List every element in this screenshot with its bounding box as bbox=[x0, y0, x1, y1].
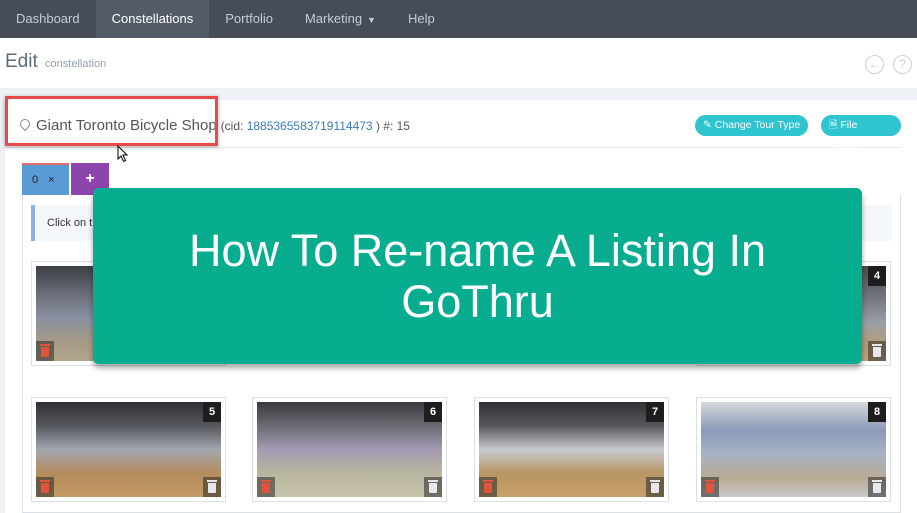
meta-prefix: (cid: bbox=[220, 119, 247, 133]
panorama-image: 7 bbox=[479, 402, 664, 497]
trash-icon[interactable] bbox=[424, 477, 442, 497]
title-overlay-banner: How To Re-name A Listing In GoThru bbox=[93, 188, 862, 364]
nav-dashboard[interactable]: Dashboard bbox=[0, 0, 96, 38]
listing-cid[interactable]: 1885365583719114473 bbox=[247, 119, 373, 133]
mouse-cursor-icon bbox=[117, 145, 129, 163]
tab-0[interactable]: 0 × bbox=[22, 163, 69, 195]
page-title-text: Edit bbox=[5, 51, 38, 72]
listing-header: Giant Toronto Bicycle Shop (cid: 1885365… bbox=[5, 96, 901, 163]
delete-icon[interactable] bbox=[479, 477, 497, 497]
nav-marketing[interactable]: Marketing ▼ bbox=[289, 0, 392, 38]
delete-icon[interactable] bbox=[36, 477, 54, 497]
overlay-line-1: How To Re-name A Listing In bbox=[189, 225, 766, 276]
chevron-down-icon: ▼ bbox=[367, 15, 376, 25]
trash-icon[interactable] bbox=[646, 477, 664, 497]
thumbnail-card[interactable]: 6 bbox=[252, 397, 447, 502]
close-tab-icon[interactable]: × bbox=[48, 174, 54, 186]
help-icon[interactable]: ? bbox=[893, 55, 912, 74]
trash-icon[interactable] bbox=[868, 341, 886, 361]
panorama-image: 6 bbox=[257, 402, 442, 497]
delete-icon[interactable] bbox=[36, 341, 54, 361]
overlay-line-2: GoThru bbox=[401, 276, 554, 327]
nav-help[interactable]: Help bbox=[392, 0, 451, 38]
change-tour-type-label: Change Tour Type bbox=[714, 119, 801, 131]
nav-marketing-label: Marketing bbox=[304, 11, 363, 26]
delete-icon[interactable] bbox=[257, 477, 275, 497]
panorama-image: 8 bbox=[701, 402, 886, 497]
listing-meta: (cid: 1885365583719114473 ) #: 15 bbox=[221, 119, 410, 133]
page-header: Edit constellation ← ? bbox=[0, 38, 917, 88]
panorama-image: 5 bbox=[36, 402, 221, 497]
file-names-button[interactable]: 🗎 File Names bbox=[821, 115, 901, 152]
thumbnail-number: 7 bbox=[646, 402, 664, 422]
tab-0-label: 0 bbox=[32, 174, 39, 186]
thumbnail-number: 5 bbox=[203, 402, 221, 422]
trash-icon[interactable] bbox=[203, 477, 221, 497]
delete-icon[interactable] bbox=[701, 477, 719, 497]
thumbnail-card[interactable]: 8 bbox=[696, 397, 891, 502]
back-arrow-icon[interactable]: ← bbox=[865, 55, 884, 74]
page-title: Edit constellation bbox=[5, 51, 106, 73]
thumbnail-number: 8 bbox=[868, 402, 886, 422]
file-icon: 🗎 bbox=[829, 119, 838, 131]
edit-icon: ✎ bbox=[703, 119, 712, 131]
trash-icon[interactable] bbox=[868, 477, 886, 497]
thumbnail-number: 4 bbox=[868, 266, 886, 286]
top-nav: Dashboard Constellations Portfolio Marke… bbox=[0, 0, 917, 38]
nav-portfolio[interactable]: Portfolio bbox=[209, 0, 289, 38]
nav-constellations[interactable]: Constellations bbox=[95, 0, 210, 38]
thumbnail-card[interactable]: 5 bbox=[31, 397, 226, 502]
change-tour-type-button[interactable]: ✎ Change Tour Type bbox=[695, 115, 809, 136]
meta-suffix: ) #: 15 bbox=[372, 119, 410, 133]
highlight-annotation-box bbox=[5, 96, 218, 146]
thumbnail-card[interactable]: 7 bbox=[474, 397, 669, 502]
page-subtitle: constellation bbox=[45, 58, 107, 70]
thumbnail-number: 6 bbox=[424, 402, 442, 422]
